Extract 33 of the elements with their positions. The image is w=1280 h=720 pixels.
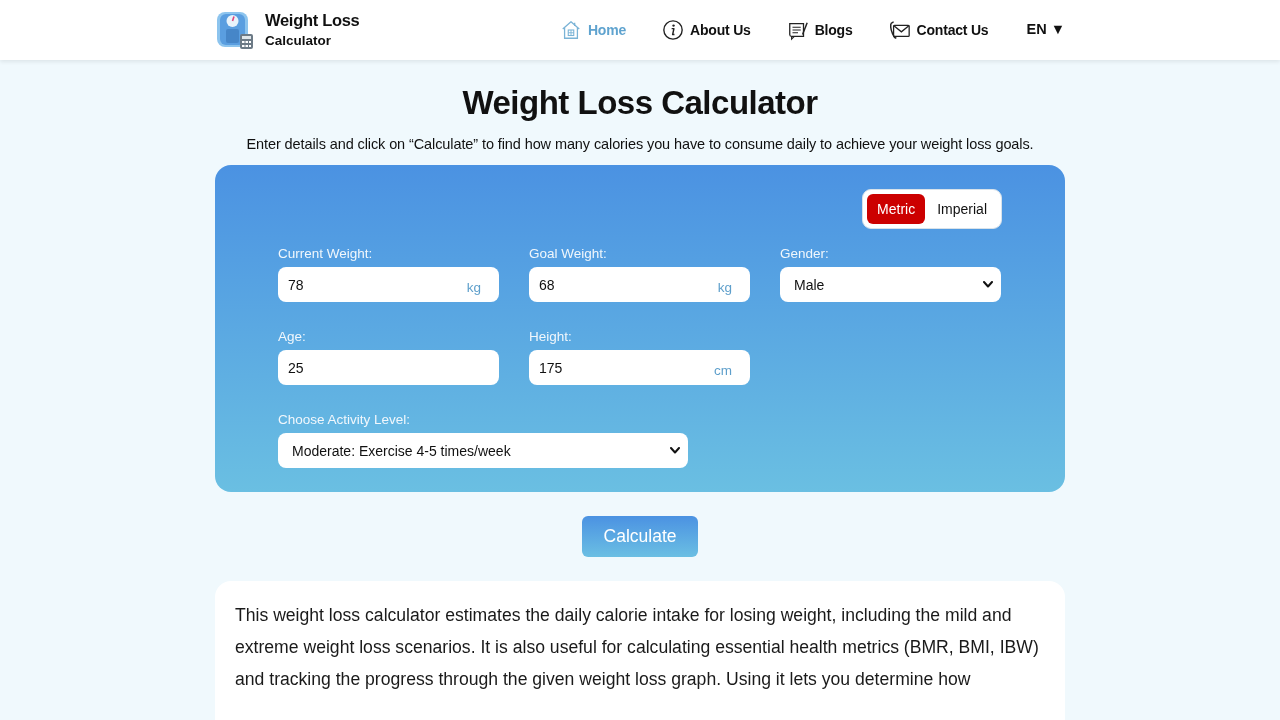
field-label: Gender:: [780, 246, 829, 261]
unit-label: cm: [714, 362, 732, 378]
page-subtitle: Enter details and click on “Calculate” to find how many calories you have to consume daily to achieve your weight loss goals.: [246, 136, 1034, 152]
notepad-icon: [786, 19, 809, 41]
unit-option[interactable]: Imperial: [927, 194, 997, 224]
input-field[interactable]: 78 kg: [278, 267, 499, 302]
nav-link[interactable]: Contact Us: [888, 19, 989, 41]
unit-label: kg: [466, 279, 481, 295]
description-text: This weight loss calculator estimates the daily calorie intake for losing weight, including the mild and extreme weight loss scenarios. It is also useful for calculating essential health metrics (BMR, BMI, IBW) and tracking the progress through the given weight loss graph. Using it lets you determine how: [235, 604, 1040, 691]
logo-subtitle: Calculator: [265, 32, 333, 49]
unit-option[interactable]: Metric: [867, 194, 926, 224]
input-field[interactable]: 175 cm: [529, 350, 750, 385]
field-label: Age:: [278, 329, 306, 344]
chevron-down-icon: [983, 281, 993, 288]
input-field[interactable]: 68 kg: [529, 267, 750, 302]
nav-link[interactable]: Blogs: [786, 19, 853, 41]
field-label: Choose Activity Level:: [278, 412, 411, 427]
nav-link[interactable]: About Us: [662, 19, 751, 41]
unit-label: kg: [717, 279, 732, 295]
dropdown[interactable]: Male: [780, 267, 1001, 302]
dropdown[interactable]: Moderate: Exercise 4-5 times/week: [278, 433, 688, 468]
chevron-down-icon: [670, 447, 680, 454]
field-label: Current Weight:: [278, 246, 373, 261]
language-selector[interactable]: EN ▼: [1026, 21, 1065, 37]
input-field[interactable]: 25: [278, 350, 499, 385]
envelope-icon: [888, 19, 911, 41]
field-label: Height:: [529, 329, 572, 344]
info-icon: [662, 19, 685, 41]
field-label: Goal Weight:: [529, 246, 607, 261]
scale-calculator-icon: [215, 10, 255, 50]
logo-title: Weight Loss: [265, 11, 360, 31]
page-title: Weight Loss Calculator: [462, 84, 818, 122]
house-icon: [559, 19, 582, 41]
